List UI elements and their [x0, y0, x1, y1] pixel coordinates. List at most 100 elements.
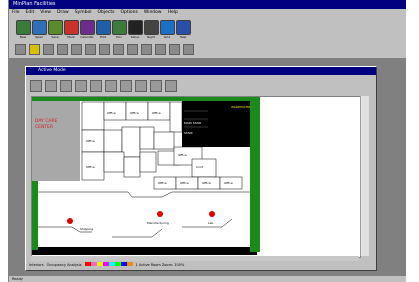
- daycare-label-1: DAY CARE: [35, 119, 58, 124]
- pencil-icon: [96, 20, 111, 35]
- last-icon[interactable]: [155, 43, 166, 55]
- first-icon[interactable]: [113, 43, 124, 55]
- office-label-8: Office: [180, 181, 189, 185]
- room-13[interactable]: [123, 156, 141, 178]
- lower-walls: [38, 191, 250, 238]
- help-tool-button[interactable]: Help: [175, 19, 191, 39]
- vertical-scrollbar[interactable]: [360, 96, 369, 256]
- room-14[interactable]: [139, 151, 157, 173]
- print-icon[interactable]: [165, 79, 177, 92]
- next-icon[interactable]: [141, 43, 152, 55]
- stair-label-2: STAIR: [184, 131, 193, 135]
- moon-icon: [144, 20, 159, 35]
- bookmark-icon: [64, 20, 79, 35]
- app-title: MinPlan Facilities: [13, 1, 56, 7]
- new-document-icon: [16, 20, 31, 35]
- menu-item-file[interactable]: File: [12, 10, 20, 15]
- office-label-10: Office: [224, 181, 233, 185]
- room-12[interactable]: [103, 151, 125, 173]
- left-green-wall: [32, 175, 38, 250]
- marker-shipping[interactable]: [67, 218, 73, 224]
- room-10[interactable]: [153, 131, 175, 150]
- floorplan-canvas[interactable]: DAY CARE CENTER WAREHOUSE MAIN STAIR STA…: [31, 96, 361, 258]
- room-8[interactable]: [121, 126, 141, 158]
- copy-icon[interactable]: [99, 43, 110, 55]
- floor-black-band: [32, 247, 257, 255]
- color-swatches: [84, 262, 133, 268]
- save-tool-button[interactable]: Save: [47, 19, 63, 39]
- menu-item-draw[interactable]: Draw: [57, 10, 69, 15]
- floorplan-status-bar: Interiors Occupancy Analysis 1 Active Ro…: [29, 262, 369, 268]
- redo-icon[interactable]: [90, 79, 102, 92]
- new-document-tool-button[interactable]: New: [15, 19, 31, 39]
- lab-label: Lab: [208, 221, 214, 225]
- office-label-7: Office: [158, 181, 167, 185]
- room-5[interactable]: [169, 101, 183, 133]
- floorplan-window[interactable]: Active Mode DAY CARE CENTER WAREHOUSE MA…: [25, 66, 377, 271]
- horizontal-scrollbar[interactable]: [31, 256, 359, 261]
- menu-item-window[interactable]: Window: [144, 10, 162, 15]
- grid-icon: [160, 20, 175, 35]
- menu-item-objects[interactable]: Objects: [97, 10, 114, 15]
- status-mid: Occupancy Analysis: [46, 263, 82, 267]
- open-folder-tool-button[interactable]: Open: [31, 19, 47, 39]
- office-label-3: Office: [152, 111, 161, 115]
- app-status-text: Ready: [12, 277, 23, 281]
- check-icon[interactable]: [105, 79, 117, 92]
- disk-icon[interactable]: [43, 43, 54, 55]
- pencil-tool-button[interactable]: Edit: [95, 19, 111, 39]
- room-1[interactable]: [81, 101, 105, 131]
- undo-icon[interactable]: [75, 79, 87, 92]
- app-title-bar: MinPlan Facilities: [9, 0, 406, 9]
- menu-item-edit[interactable]: Edit: [26, 10, 35, 15]
- zoom-in-icon[interactable]: [169, 43, 180, 55]
- pan-icon[interactable]: [150, 79, 162, 92]
- status-right: 1 Active Room Zoom: 100%: [135, 263, 185, 267]
- office-label-1: Office: [107, 111, 116, 115]
- gear-icon: [128, 20, 143, 35]
- menu-item-options[interactable]: Options: [120, 10, 137, 15]
- room-9[interactable]: [139, 126, 155, 150]
- print-icon[interactable]: [15, 43, 26, 55]
- document-tool-button[interactable]: Doc: [111, 19, 127, 39]
- folder-icon[interactable]: [71, 43, 82, 55]
- menu-item-view[interactable]: View: [40, 10, 51, 15]
- main-toolbar: New Open Save Mark Calendar Edit Doc Setup Night…: [15, 17, 191, 41]
- zoom-out-icon[interactable]: [183, 43, 194, 55]
- daycare-label-2: CENTER: [35, 125, 54, 130]
- gear-tool-button[interactable]: Setup: [127, 19, 143, 39]
- moon-tool-button[interactable]: Night: [143, 19, 159, 39]
- floorplan-window-title-bar[interactable]: Active Mode: [26, 67, 376, 75]
- marker-manufacturing[interactable]: [157, 211, 163, 217]
- new-icon[interactable]: [30, 79, 42, 92]
- open-icon[interactable]: [45, 79, 57, 92]
- marker-lab[interactable]: [209, 211, 215, 217]
- tool-label: Help: [179, 35, 187, 39]
- cut-icon[interactable]: [85, 43, 96, 55]
- menu-bar: File Edit View Draw Symbol Objects Options Wind…: [9, 9, 406, 16]
- office-label-9: Office: [202, 181, 211, 185]
- right-green-wall: [250, 97, 260, 252]
- page-icon[interactable]: [57, 43, 68, 55]
- grid-tool-button[interactable]: Grid: [159, 19, 175, 39]
- conf-label: Conf: [196, 165, 203, 169]
- color-swatch[interactable]: [126, 262, 133, 266]
- app-status-bar: Ready: [9, 276, 406, 282]
- shipping-label: Shipping: [80, 227, 94, 231]
- daycare-area[interactable]: [32, 101, 80, 181]
- warehouse-label: WAREHOUSE: [231, 105, 251, 109]
- secondary-toolbar: [15, 43, 194, 55]
- view-icon[interactable]: [29, 43, 40, 55]
- save-icon[interactable]: [60, 79, 72, 92]
- floorplan-toolbar: [30, 78, 177, 93]
- zoom-icon[interactable]: [135, 79, 147, 92]
- save-icon: [48, 20, 63, 35]
- calendar-tool-button[interactable]: Calendar: [79, 19, 95, 39]
- prev-icon[interactable]: [127, 43, 138, 55]
- measure-icon[interactable]: [120, 79, 132, 92]
- help-icon: [176, 20, 191, 35]
- bookmark-tool-button[interactable]: Mark: [63, 19, 79, 39]
- room-7[interactable]: [103, 129, 123, 153]
- menu-item-help[interactable]: Help: [168, 10, 178, 15]
- menu-item-symbol[interactable]: Symbol: [75, 10, 92, 15]
